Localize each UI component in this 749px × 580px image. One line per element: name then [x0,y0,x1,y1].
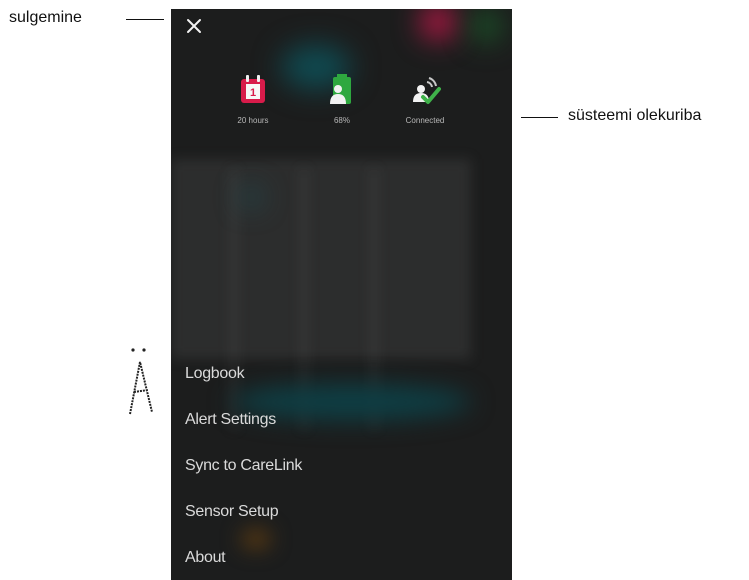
navigation-menu: Logbook Alert Settings Sync to CareLink … [185,361,485,580]
menu-item-sync-carelink[interactable]: Sync to CareLink [185,453,485,499]
callout-close-label: sulgemine [9,9,82,26]
bg-blur-dot [243,189,259,205]
connection-status[interactable]: Connected [385,73,465,125]
callout-close-leader [126,19,164,20]
menu-item-sensor-setup[interactable]: Sensor Setup [185,499,485,545]
menu-item-about[interactable]: About [185,545,485,580]
bg-chart-area [171,159,471,359]
calendar-badge: 1 [250,87,256,99]
battery-icon [330,74,351,104]
close-button[interactable] [181,13,207,39]
connected-icon [413,77,441,104]
battery-status[interactable]: 68% [302,73,382,125]
bg-blur-red [421,9,455,39]
menu-item-alert-settings[interactable]: Alert Settings [185,407,485,453]
side-menu-panel: 1 20 hours 68% Connected Logbook Alert S… [171,9,512,580]
menu-item-logbook[interactable]: Logbook [185,361,485,407]
battery-label: 68% [333,116,350,125]
callout-status-label: süsteemi olekuriba [568,107,702,124]
calendar-icon: 1 [241,75,265,103]
close-icon [187,19,201,33]
callout-status-leader [521,117,558,118]
bg-blur-green [471,11,501,41]
connection-label: Connected [405,116,445,125]
sensor-status[interactable]: 1 20 hours [213,73,293,125]
sensor-label: 20 hours [237,116,269,125]
